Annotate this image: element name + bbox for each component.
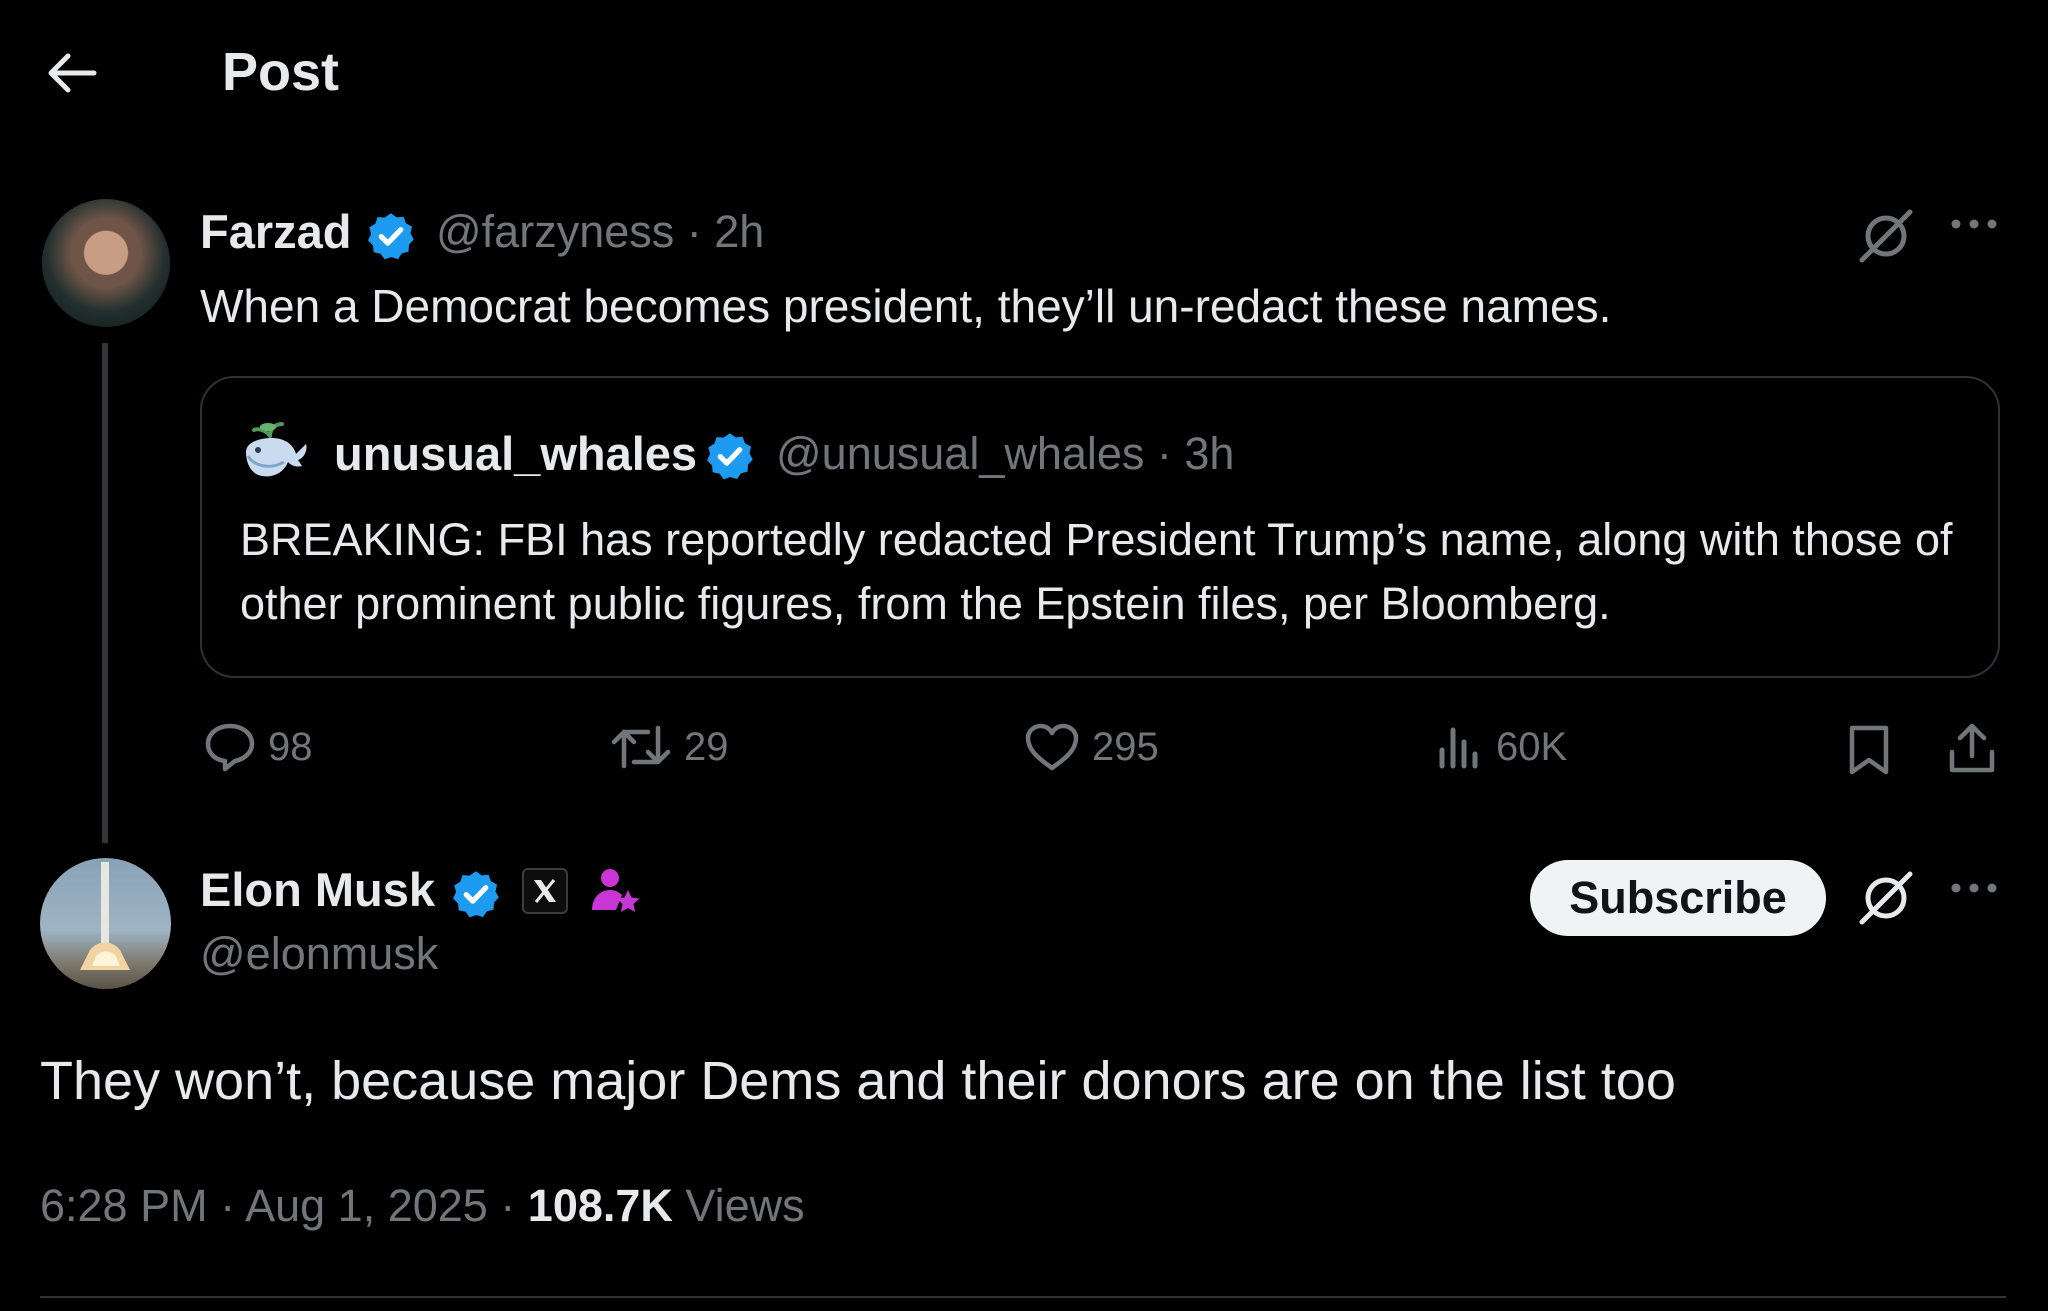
reply-count: 98 bbox=[268, 724, 313, 769]
thread-line bbox=[102, 343, 108, 843]
more-icon[interactable] bbox=[1950, 882, 1998, 894]
more-icon[interactable] bbox=[1950, 218, 1998, 230]
x-logo-icon[interactable] bbox=[522, 868, 568, 914]
views-icon bbox=[1439, 727, 1478, 769]
views-count: 108.7K bbox=[527, 1180, 673, 1231]
avatar[interactable] bbox=[42, 199, 170, 327]
divider bbox=[40, 1296, 2006, 1298]
author-name[interactable]: Farzad bbox=[200, 202, 352, 262]
views-label: Views bbox=[672, 1180, 805, 1231]
post-timestamp[interactable]: 6:28 PM · Aug 1, 2025 · bbox=[40, 1180, 528, 1231]
post-text: They won’t, because major Dems and their… bbox=[40, 1051, 1676, 1111]
affiliate-icon[interactable] bbox=[588, 864, 642, 918]
quoted-post-text: BREAKING: FBI has reportedly redacted Pr… bbox=[240, 514, 1953, 629]
repost-button[interactable]: 29 bbox=[610, 722, 729, 772]
author-handle-time[interactable]: @farzyness · 2h bbox=[436, 202, 764, 262]
quoted-author-handle-time[interactable]: @unusual_whales · 3h bbox=[776, 424, 1234, 484]
repost-icon bbox=[611, 725, 671, 769]
whale-avatar-icon[interactable] bbox=[240, 420, 316, 484]
share-icon[interactable] bbox=[1946, 722, 1998, 776]
back-arrow-icon[interactable] bbox=[44, 48, 100, 98]
grok-icon[interactable] bbox=[1856, 208, 1916, 264]
like-count: 295 bbox=[1092, 724, 1159, 769]
reply-icon bbox=[205, 723, 255, 772]
avatar[interactable] bbox=[40, 858, 171, 989]
post-timestamp-views: 6:28 PM · Aug 1, 2025 · 108.7K Views bbox=[40, 1176, 805, 1236]
bookmark-icon[interactable] bbox=[1846, 724, 1892, 776]
author-name[interactable]: Elon Musk bbox=[200, 860, 435, 920]
subscribe-button[interactable]: Subscribe bbox=[1530, 860, 1826, 936]
like-icon bbox=[1025, 723, 1079, 771]
verified-badge-icon[interactable] bbox=[365, 210, 417, 262]
views-button[interactable]: 60K bbox=[1436, 722, 1567, 772]
views-count: 60K bbox=[1496, 724, 1568, 769]
like-button[interactable]: 295 bbox=[1024, 722, 1159, 772]
repost-count: 29 bbox=[684, 724, 729, 769]
reply-button[interactable]: 98 bbox=[204, 722, 313, 772]
verified-badge-icon[interactable] bbox=[704, 430, 756, 482]
quoted-author-name[interactable]: unusual_whales bbox=[334, 424, 697, 484]
grok-icon[interactable] bbox=[1856, 870, 1916, 926]
post-text: When a Democrat becomes president, they’… bbox=[200, 280, 1612, 332]
verified-badge-icon[interactable] bbox=[450, 868, 502, 920]
page-title: Post bbox=[222, 42, 340, 102]
author-handle[interactable]: @elonmusk bbox=[200, 924, 438, 984]
